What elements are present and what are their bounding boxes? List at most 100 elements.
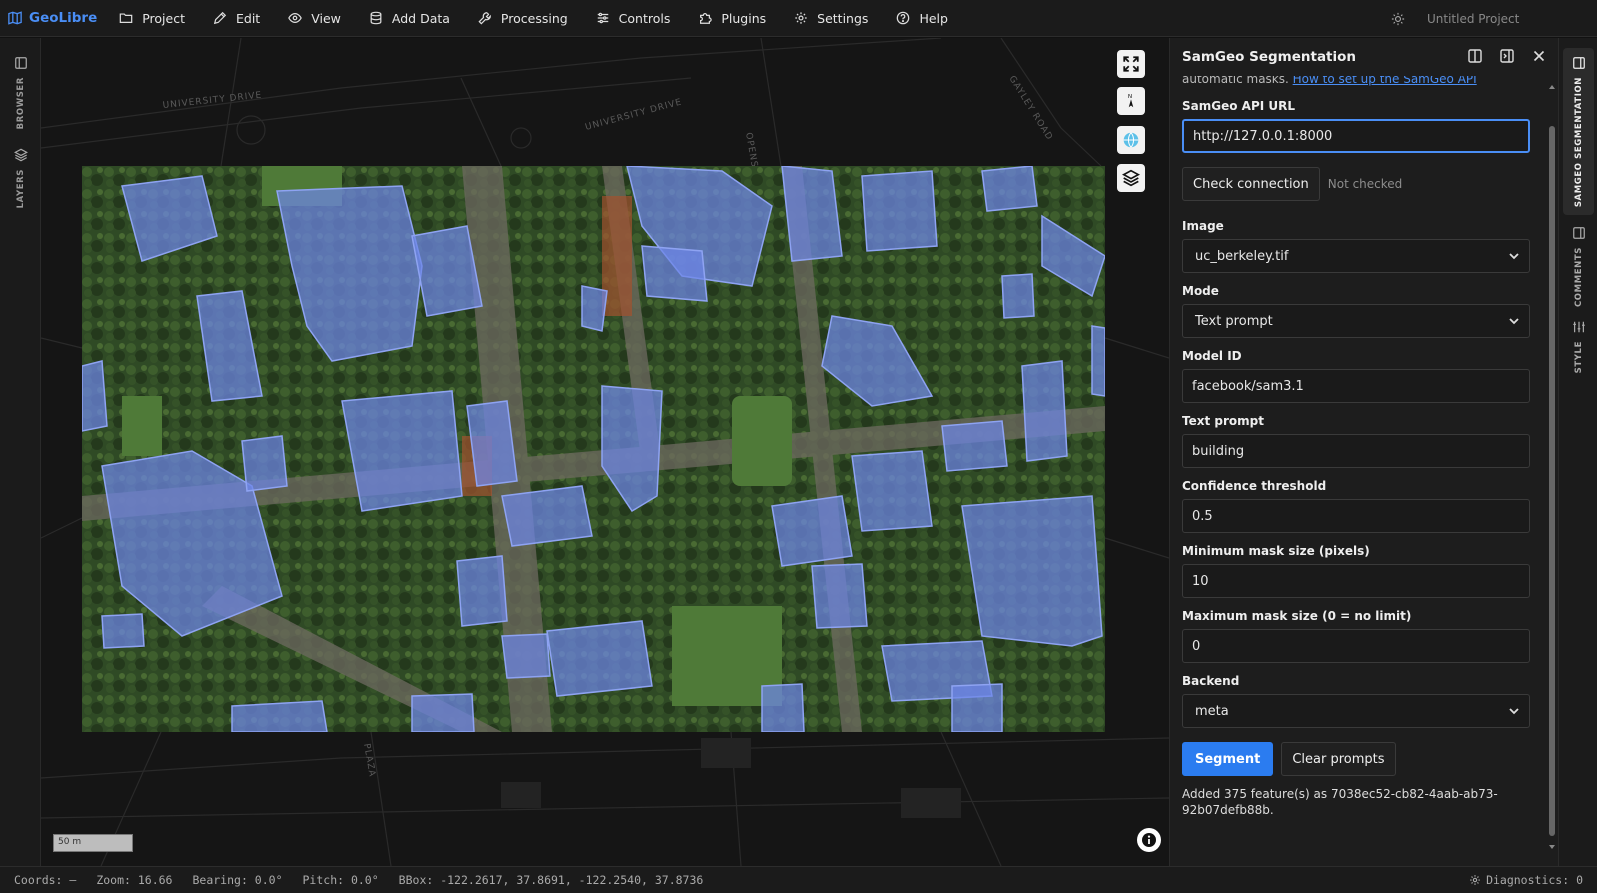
samgeo-panel: SamGeo Segmentation automatic masks. How… [1169, 38, 1558, 866]
menu-settings[interactable]: Settings [780, 0, 882, 37]
menu-view[interactable]: View [274, 0, 355, 37]
min-mask-input[interactable]: 10 [1182, 564, 1530, 598]
mode-label: Mode [1182, 284, 1219, 298]
style-tab[interactable]: STYLE [1563, 312, 1594, 381]
sliders-icon [597, 12, 608, 24]
menu-help[interactable]: Help [882, 0, 962, 37]
menu-bar: GeoLibre Project Edit View Add Data Proc… [0, 0, 1597, 37]
app-name: GeoLibre [29, 10, 98, 26]
float-panel-icon[interactable] [1499, 48, 1515, 64]
street-label-plaza: PLAZA [361, 743, 377, 778]
svg-text:N: N [1128, 94, 1132, 100]
panel-scrollbar[interactable] [1547, 80, 1557, 866]
model-id-input[interactable]: facebook/sam3.1 [1182, 369, 1530, 403]
gear-icon [1470, 875, 1480, 885]
sun-icon[interactable] [1391, 12, 1405, 26]
menu-edit[interactable]: Edit [199, 0, 274, 37]
street-label-opens: OPENS [743, 132, 759, 169]
image-select-value: uc_berkeley.tif [1195, 248, 1289, 264]
status-bar: Coords: — Zoom: 16.66 Bearing: 0.0° Pitc… [0, 866, 1597, 893]
wrench-icon [478, 12, 491, 25]
max-mask-input[interactable]: 0 [1182, 629, 1530, 663]
left-rail: BROWSER LAYERS [0, 38, 41, 866]
backend-select-value: meta [1195, 703, 1229, 719]
panel-header: SamGeo Segmentation [1170, 38, 1559, 76]
close-icon[interactable] [1531, 48, 1547, 64]
app-logo[interactable]: GeoLibre [0, 10, 97, 26]
dock-panel-icon[interactable] [1467, 48, 1483, 64]
fullscreen-button[interactable] [1117, 50, 1145, 78]
menu-help-label: Help [919, 10, 948, 26]
result-message: Added 375 feature(s) as 7038ec52-cb82-4a… [1182, 787, 1498, 817]
segment-button[interactable]: Segment [1182, 742, 1274, 776]
map-canvas[interactable]: UNIVERSITY DRIVE UNIVERSITY DRIVE OPENS … [41, 38, 1169, 866]
intro-text-prefix: automatic masks. [1182, 76, 1289, 86]
layers-tab[interactable]: LAYERS [0, 148, 41, 208]
browser-tab[interactable]: BROWSER [0, 56, 41, 129]
sidebar-panel-icon [1572, 227, 1585, 239]
globe-button[interactable] [1117, 126, 1145, 154]
comments-tab-label: COMMENTS [1573, 247, 1584, 308]
image-label: Image [1182, 219, 1224, 233]
compass-button[interactable]: N [1117, 87, 1145, 115]
browser-tab-label: BROWSER [15, 77, 26, 130]
folder-icon [119, 13, 133, 23]
comments-tab[interactable]: COMMENTS [1563, 218, 1594, 315]
status-bbox: BBox: -122.2617, 37.8691, -122.2540, 37.… [398, 873, 704, 887]
globe-icon [1123, 132, 1139, 148]
image-select[interactable]: uc_berkeley.tif [1182, 239, 1530, 273]
info-icon [1142, 833, 1156, 847]
menu-add-data[interactable]: Add Data [355, 0, 464, 37]
min-mask-label: Minimum mask size (pixels) [1182, 544, 1370, 558]
scroll-up-icon[interactable] [1547, 82, 1557, 92]
street-label-university-2: UNIVERSITY DRIVE [584, 97, 683, 133]
chevron-down-icon [1509, 708, 1519, 715]
imagery-with-masks [82, 166, 1105, 732]
mode-select[interactable]: Text prompt [1182, 304, 1530, 338]
sidebar-panel-icon [14, 57, 27, 69]
scrollbar-thumb[interactable] [1549, 126, 1555, 836]
connection-status: Not checked [1327, 177, 1403, 191]
samgeo-tab[interactable]: SAMGEO SEGMENTATION [1563, 48, 1594, 216]
map-icon [8, 11, 22, 25]
project-name: Untitled Project [1427, 11, 1520, 26]
status-pitch: Pitch: 0.0° [302, 873, 379, 887]
menu-processing[interactable]: Processing [464, 0, 582, 37]
panel-title: SamGeo Segmentation [1182, 49, 1357, 65]
menubar-right: Untitled Project [1391, 0, 1597, 37]
layer-switcher-button[interactable] [1117, 164, 1145, 192]
fullscreen-icon [1123, 56, 1139, 72]
menu-project[interactable]: Project [105, 0, 199, 37]
satellite-imagery-layer [82, 166, 1105, 732]
text-prompt-input[interactable]: building [1182, 434, 1530, 468]
street-label-university-1: UNIVERSITY DRIVE [162, 91, 262, 111]
diagnostics-count: Diagnostics: 0 [1486, 873, 1583, 887]
menu-controls-label: Controls [618, 10, 671, 26]
menu-plugins-label: Plugins [721, 10, 767, 26]
menu-plugins[interactable]: Plugins [684, 0, 780, 37]
chevron-down-icon [1509, 318, 1519, 325]
sidebar-panel-icon [1572, 57, 1585, 69]
clear-prompts-button[interactable]: Clear prompts [1281, 742, 1396, 776]
right-rail: SAMGEO SEGMENTATION COMMENTS STYLE [1558, 38, 1597, 866]
confidence-input[interactable]: 0.5 [1182, 499, 1530, 533]
panel-header-actions [1467, 48, 1547, 64]
diagnostics-indicator[interactable]: Diagnostics: 0 [1469, 873, 1583, 887]
eye-icon [288, 13, 303, 23]
intro-text: automatic masks. How to set up the SamGe… [1182, 76, 1530, 88]
api-url-label: SamGeo API URL [1182, 99, 1296, 113]
pencil-icon [213, 11, 227, 25]
connection-row: Check connection Not checked [1182, 167, 1530, 201]
check-connection-button[interactable]: Check connection [1182, 167, 1320, 201]
setup-help-link[interactable]: How to set up the SamGeo API [1293, 76, 1477, 86]
backend-select[interactable]: meta [1182, 694, 1530, 728]
scroll-down-icon[interactable] [1547, 842, 1557, 852]
street-label-gayley: GAYLEY ROAD [1006, 74, 1054, 142]
confidence-label: Confidence threshold [1182, 479, 1327, 493]
action-row: Segment Clear prompts [1182, 742, 1530, 776]
api-url-input[interactable]: http://127.0.0.1:8000 [1182, 119, 1530, 153]
scale-bar: 50 m [53, 834, 133, 852]
menu-controls[interactable]: Controls [582, 0, 685, 37]
layers-tab-label: LAYERS [15, 169, 26, 209]
attribution-button[interactable] [1137, 828, 1161, 852]
